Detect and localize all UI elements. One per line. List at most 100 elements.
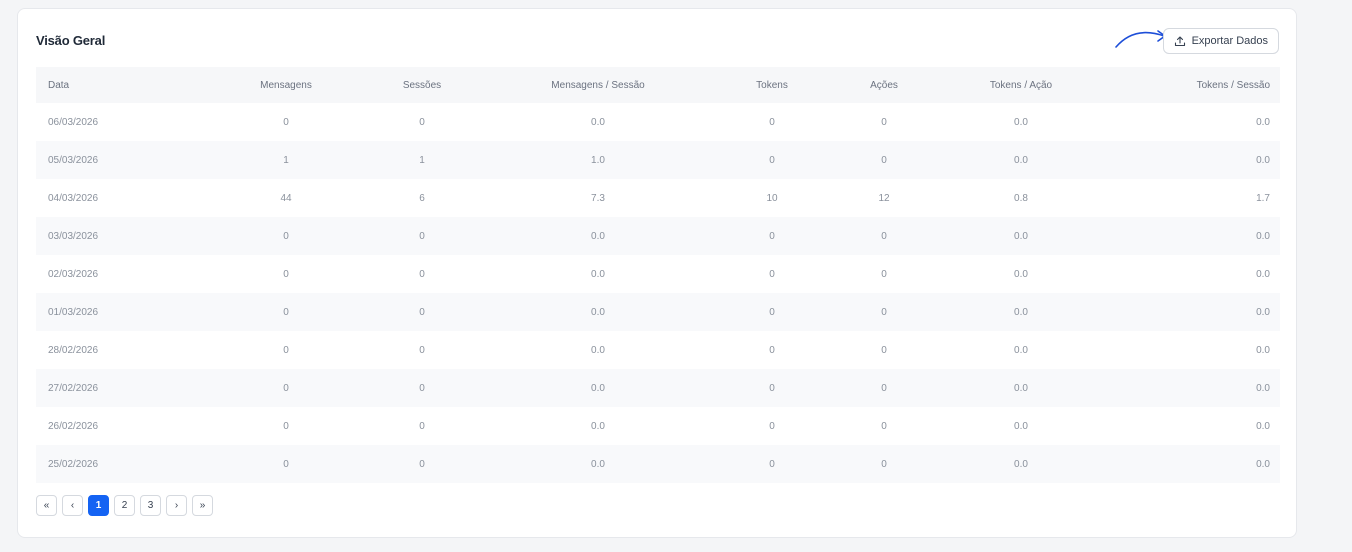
cell-tokens: 0 <box>738 369 806 407</box>
cell-tokens-acao: 0.8 <box>1014 192 1028 204</box>
cell-tokens: 0 <box>738 141 806 179</box>
cell-sessoes: 0 <box>386 293 458 331</box>
cell-acoes: 0 <box>881 420 887 432</box>
table-row: 05/03/2026 1 1 1.0 0 0 0.0 0.0 <box>36 141 1280 179</box>
cell-data: 06/03/2026 <box>48 116 99 128</box>
cell-mensagens: 1 <box>186 141 386 179</box>
cell-acoes: 0 <box>881 268 887 280</box>
cell-data: 04/03/2026 <box>48 192 99 204</box>
cell-tokens-acao: 0.0 <box>1014 268 1028 280</box>
cell-tokens: 0 <box>769 344 775 356</box>
cell-tokens-acao: 0.0 <box>962 141 1080 179</box>
cell-tokens: 0 <box>738 445 806 483</box>
cell-tokens-sessao: 0.0 <box>1080 293 1280 331</box>
cell-acoes: 0 <box>806 445 962 483</box>
header-tokens-acao[interactable]: Tokens / Ação <box>962 67 1080 103</box>
table-row: 28/02/2026 0 0 0.0 0 0 0.0 0.0 <box>36 331 1280 369</box>
cell-data: 27/02/2026 <box>36 369 186 407</box>
cell-tokens-sessao: 0.0 <box>1080 369 1280 407</box>
page: Visão Geral Exportar Dados Data Mensagen… <box>0 0 1352 552</box>
cell-tokens: 10 <box>766 192 778 204</box>
cell-acoes: 0 <box>806 369 962 407</box>
cell-sessoes: 6 <box>419 192 425 204</box>
cell-sessoes: 0 <box>386 217 458 255</box>
cell-mensagens: 44 <box>280 192 292 204</box>
table-row: 02/03/2026 0 0 0.0 0 0 0.0 0.0 <box>36 255 1280 293</box>
card-title: Visão Geral <box>36 33 106 48</box>
cell-mensagens-sessao: 1.0 <box>458 141 738 179</box>
first-page-button[interactable]: « <box>36 495 57 516</box>
page-1-button[interactable]: 1 <box>88 495 109 516</box>
cell-tokens-sessao: 0.0 <box>1256 420 1270 432</box>
cell-tokens-sessao: 0.0 <box>1256 344 1270 356</box>
cell-mensagens: 0 <box>283 116 289 128</box>
cell-acoes: 0 <box>806 217 962 255</box>
header-mensagens-sessao[interactable]: Mensagens / Sessão <box>458 67 738 103</box>
cell-data: 03/03/2026 <box>36 217 186 255</box>
cell-tokens-sessao: 0.0 <box>1080 445 1280 483</box>
table-row: 27/02/2026 0 0 0.0 0 0 0.0 0.0 <box>36 369 1280 407</box>
cell-tokens-sessao: 1.7 <box>1256 192 1270 204</box>
cell-mensagens: 0 <box>186 445 386 483</box>
cell-mensagens: 0 <box>186 369 386 407</box>
cell-mensagens-sessao: 0.0 <box>458 217 738 255</box>
cell-data: 05/03/2026 <box>36 141 186 179</box>
cell-sessoes: 0 <box>419 420 425 432</box>
cell-tokens-acao: 0.0 <box>1014 420 1028 432</box>
cell-mensagens-sessao: 0.0 <box>458 293 738 331</box>
cell-acoes: 12 <box>878 192 890 204</box>
table-row: 25/02/2026 0 0 0.0 0 0 0.0 0.0 <box>36 445 1280 483</box>
page-3-button[interactable]: 3 <box>140 495 161 516</box>
table-row: 03/03/2026 0 0 0.0 0 0 0.0 0.0 <box>36 217 1280 255</box>
previous-page-button[interactable]: ‹ <box>62 495 83 516</box>
cell-tokens-acao: 0.0 <box>962 445 1080 483</box>
cell-acoes: 0 <box>806 293 962 331</box>
table-row: 04/03/2026 44 6 7.3 10 12 0.8 1.7 <box>36 179 1280 217</box>
table-row: 06/03/2026 0 0 0.0 0 0 0.0 0.0 <box>36 103 1280 141</box>
cell-tokens-sessao: 0.0 <box>1256 268 1270 280</box>
overview-table: Data Mensagens Sessões Mensagens / Sessã… <box>36 67 1280 483</box>
cell-tokens-sessao: 0.0 <box>1256 116 1270 128</box>
header-acoes[interactable]: Ações <box>806 67 962 103</box>
cell-acoes: 0 <box>881 344 887 356</box>
header-tokens[interactable]: Tokens <box>738 67 806 103</box>
cell-mensagens: 0 <box>186 217 386 255</box>
header-sessoes[interactable]: Sessões <box>386 67 458 103</box>
cell-mensagens-sessao: 0.0 <box>458 369 738 407</box>
export-data-label: Exportar Dados <box>1191 35 1268 47</box>
cell-mensagens-sessao: 0.0 <box>591 420 605 432</box>
header-mensagens[interactable]: Mensagens <box>186 67 386 103</box>
header-data[interactable]: Data <box>36 67 186 103</box>
cell-mensagens: 0 <box>283 268 289 280</box>
table-row: 01/03/2026 0 0 0.0 0 0 0.0 0.0 <box>36 293 1280 331</box>
last-page-button[interactable]: » <box>192 495 213 516</box>
cell-sessoes: 0 <box>386 445 458 483</box>
cell-tokens: 0 <box>769 116 775 128</box>
cell-acoes: 0 <box>881 116 887 128</box>
cell-mensagens: 0 <box>283 420 289 432</box>
next-page-button[interactable]: › <box>166 495 187 516</box>
upload-icon <box>1174 36 1185 47</box>
cell-tokens-acao: 0.0 <box>1014 344 1028 356</box>
cell-mensagens-sessao: 0.0 <box>458 445 738 483</box>
cell-tokens-sessao: 0.0 <box>1080 141 1280 179</box>
cell-tokens: 0 <box>769 268 775 280</box>
table-header-row: Data Mensagens Sessões Mensagens / Sessã… <box>36 67 1280 103</box>
cell-data: 26/02/2026 <box>48 420 99 432</box>
header-tokens-sessao[interactable]: Tokens / Sessão <box>1080 67 1280 103</box>
cell-data: 28/02/2026 <box>48 344 99 356</box>
pagination: « ‹ 1 2 3 › » <box>36 495 213 516</box>
cell-mensagens-sessao: 0.0 <box>591 116 605 128</box>
cell-sessoes: 1 <box>386 141 458 179</box>
cell-acoes: 0 <box>806 141 962 179</box>
cell-mensagens-sessao: 0.0 <box>591 268 605 280</box>
cell-data: 01/03/2026 <box>36 293 186 331</box>
cell-tokens-acao: 0.0 <box>962 293 1080 331</box>
cell-tokens-acao: 0.0 <box>1014 116 1028 128</box>
cell-sessoes: 0 <box>419 116 425 128</box>
overview-card: Visão Geral Exportar Dados Data Mensagen… <box>17 8 1297 538</box>
cell-sessoes: 0 <box>419 268 425 280</box>
export-data-button[interactable]: Exportar Dados <box>1162 28 1279 54</box>
cell-sessoes: 0 <box>419 344 425 356</box>
page-2-button[interactable]: 2 <box>114 495 135 516</box>
